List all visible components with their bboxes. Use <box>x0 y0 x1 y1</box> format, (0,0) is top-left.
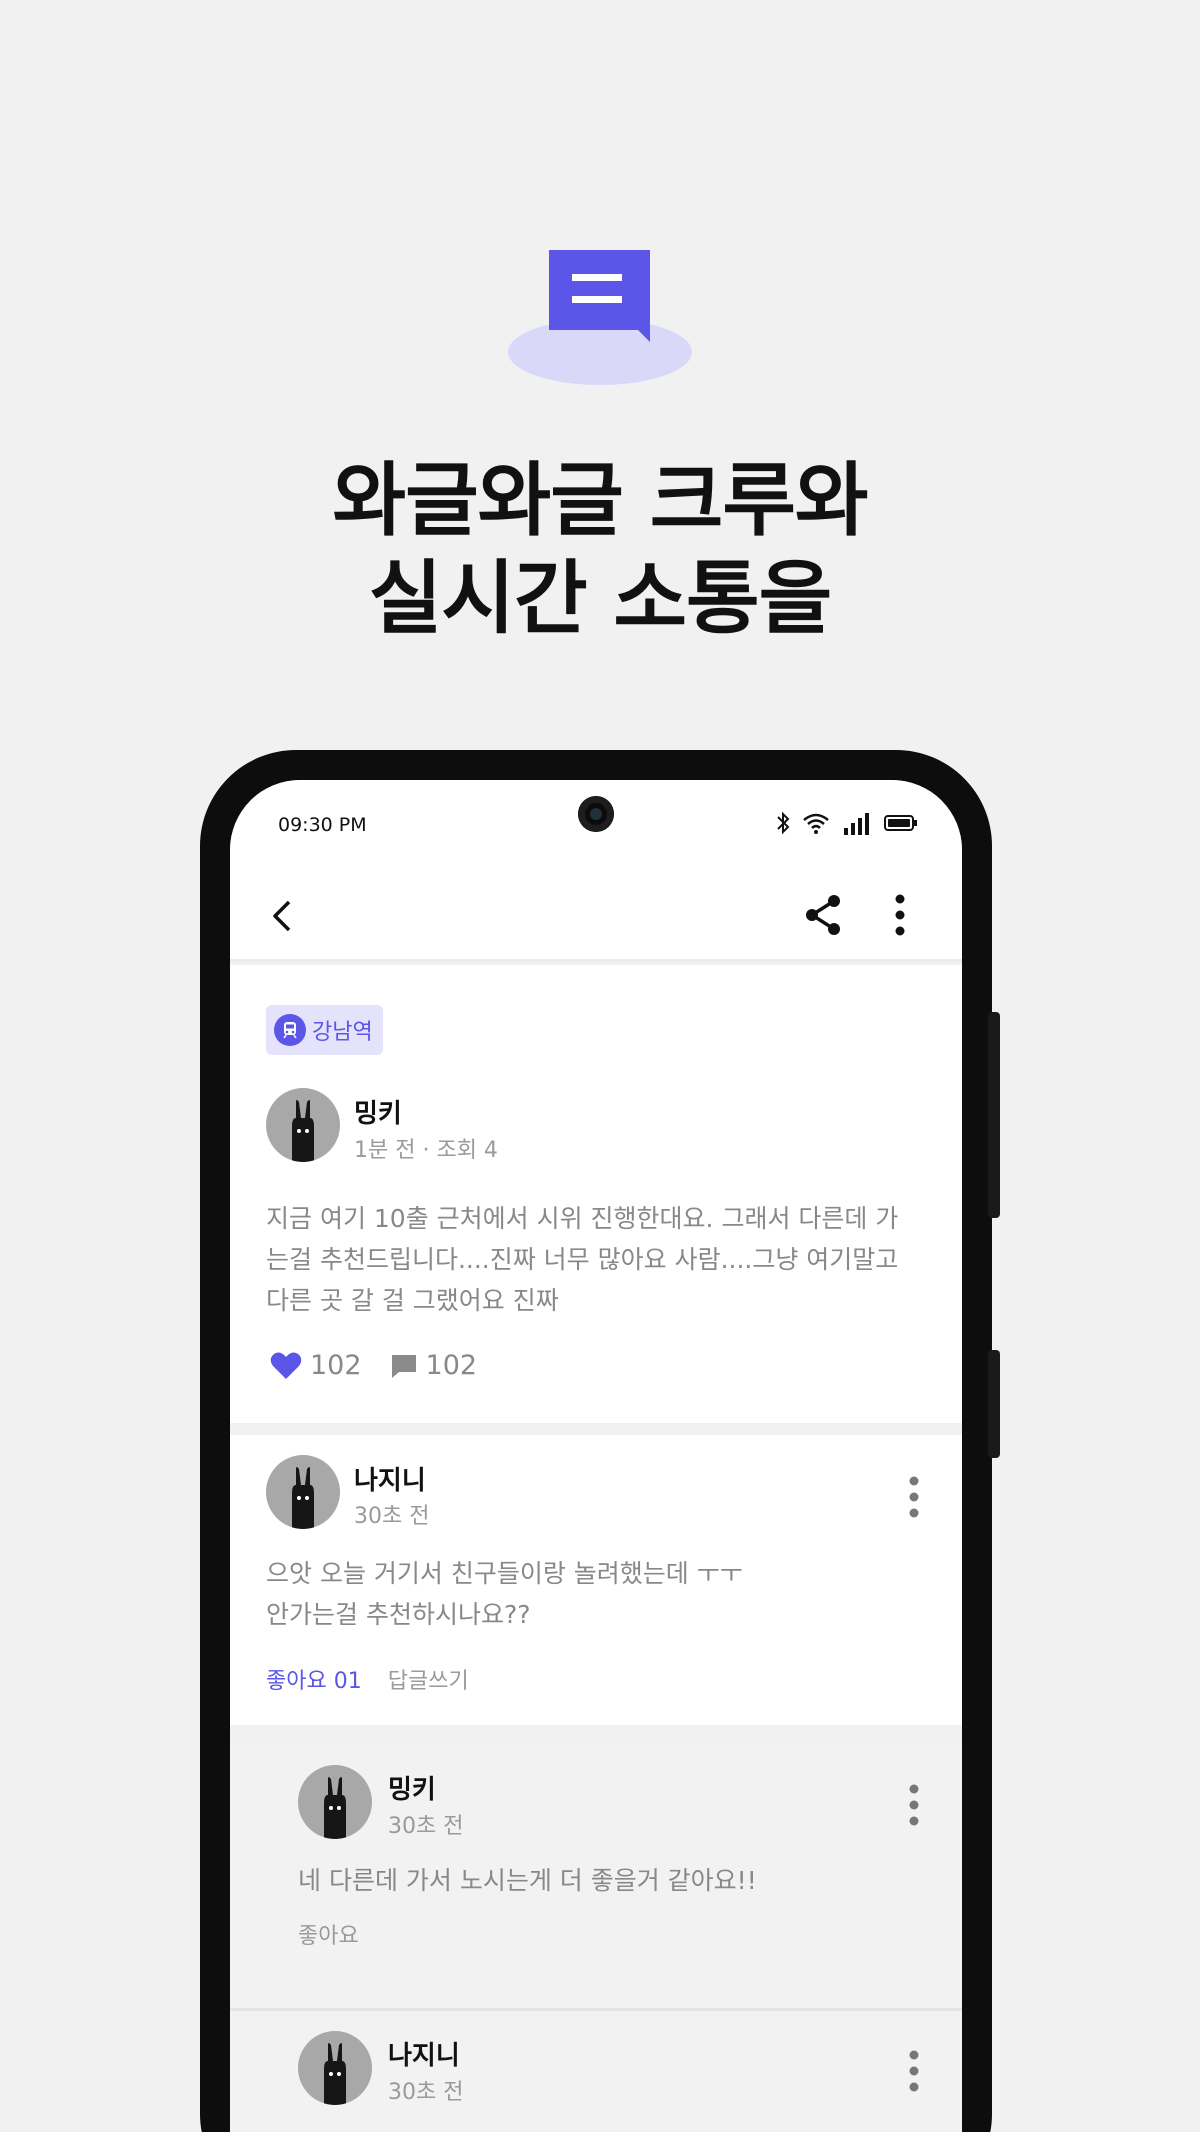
comment-item: 나지니 30초 전 으앗 오늘 거기서 친구들이랑 놀려했는데 ㅜㅜ 안가는걸 … <box>230 1435 962 1725</box>
rabbit-avatar-icon <box>324 1777 346 1839</box>
comment-like-button[interactable]: 좋아요 01 <box>266 1663 362 1695</box>
bluetooth-icon <box>777 811 790 835</box>
status-icons <box>776 810 918 836</box>
comment-time: 30초 전 <box>354 1504 430 1529</box>
comment-time: 30초 전 <box>388 1814 464 1839</box>
more-icon[interactable] <box>906 1475 922 1519</box>
phone-side-button <box>988 1012 1000 1218</box>
comment-text-line: 네 다른데 가서 노시는게 더 좋을거 같아요!! <box>298 1866 757 1895</box>
like-count: 102 <box>310 1350 362 1381</box>
rabbit-avatar-icon <box>292 1467 314 1529</box>
post-body: 지금 여기 10출 근처에서 시위 진행한대요. 그래서 다른데 가 는걸 추천… <box>266 1198 898 1321</box>
comment-count: 102 <box>425 1350 478 1381</box>
post-meta: 1분 전 · 조회 4 <box>354 1138 498 1163</box>
more-icon[interactable] <box>906 2049 922 2093</box>
comment-text: 으앗 오늘 거기서 친구들이랑 놀려했는데 ㅜㅜ 안가는걸 추천하시나요?? <box>266 1553 743 1635</box>
reply-item: 밍키 30초 전 네 다른데 가서 노시는게 더 좋을거 같아요!! 좋아요 <box>230 1743 962 2005</box>
reply-item: 나지니 30초 전 <box>230 2008 962 2132</box>
headline: 와글와글 크루와 실시간 소통을 <box>0 452 1200 648</box>
station-tag-label: 강남역 <box>312 1020 373 1045</box>
subway-icon <box>274 1014 306 1046</box>
comment-actions: 좋아요 01 답글쓰기 <box>266 1663 469 1695</box>
battery-icon <box>884 815 917 831</box>
comment-text-line: 으앗 오늘 거기서 친구들이랑 놀려했는데 ㅜㅜ <box>266 1559 743 1588</box>
phone-screen: 09:30 PM 강남역 밍키 1분 전 · 조회 4 지금 여기 10출 근처… <box>230 780 962 2132</box>
back-button[interactable] <box>260 892 304 940</box>
reply-button[interactable]: 답글쓰기 <box>388 1663 469 1695</box>
share-icon <box>806 895 840 935</box>
post-card: 강남역 밍키 1분 전 · 조회 4 지금 여기 10출 근처에서 시위 진행한… <box>230 965 962 1423</box>
post-body-line: 다른 곳 갈 걸 그랬어요 진짜 <box>266 1286 559 1315</box>
comment-author[interactable]: 밍키 <box>388 1769 436 1806</box>
status-time: 09:30 PM <box>278 814 367 836</box>
back-icon <box>273 900 291 932</box>
heart-icon <box>270 1352 302 1379</box>
wifi-icon <box>803 813 829 834</box>
comment-time: 30초 전 <box>388 2080 464 2105</box>
avatar[interactable] <box>298 1765 372 1839</box>
comment-actions: 좋아요 <box>298 1918 359 1950</box>
more-icon <box>895 894 905 936</box>
rabbit-avatar-icon <box>292 1100 314 1162</box>
avatar[interactable] <box>298 2031 372 2105</box>
post-stats: 102 102 <box>270 1350 505 1381</box>
front-camera <box>578 796 614 832</box>
rabbit-avatar-icon <box>324 2043 346 2105</box>
headline-line-1: 와글와글 크루와 <box>332 454 868 547</box>
chat-bubble-icon <box>508 250 692 385</box>
phone-side-button <box>988 1350 1000 1458</box>
post-body-line: 는걸 추천드립니다....진짜 너무 많아요 사람....그냥 여기말고 <box>266 1245 899 1274</box>
app-bar <box>230 870 962 962</box>
avatar[interactable] <box>266 1455 340 1529</box>
post-body-line: 지금 여기 10출 근처에서 시위 진행한대요. 그래서 다른데 가 <box>266 1204 899 1233</box>
share-button[interactable] <box>798 890 848 940</box>
more-icon[interactable] <box>906 1783 922 1827</box>
more-options-button[interactable] <box>880 890 920 940</box>
comment-icon <box>391 1354 416 1378</box>
comment-author[interactable]: 나지니 <box>388 2035 460 2072</box>
comment-button[interactable]: 102 <box>390 1350 478 1381</box>
comment-text: 네 다른데 가서 노시는게 더 좋을거 같아요!! <box>298 1860 757 1901</box>
comment-like-button[interactable]: 좋아요 <box>298 1918 359 1950</box>
avatar[interactable] <box>266 1088 340 1162</box>
post-author[interactable]: 밍키 <box>354 1093 402 1130</box>
comment-author[interactable]: 나지니 <box>354 1460 426 1497</box>
comment-text-line: 안가는걸 추천하시나요?? <box>266 1600 531 1629</box>
signal-icon <box>844 813 869 835</box>
station-tag[interactable]: 강남역 <box>266 1005 383 1055</box>
like-button[interactable]: 102 <box>270 1350 362 1381</box>
headline-line-2: 실시간 소통을 <box>368 552 832 645</box>
